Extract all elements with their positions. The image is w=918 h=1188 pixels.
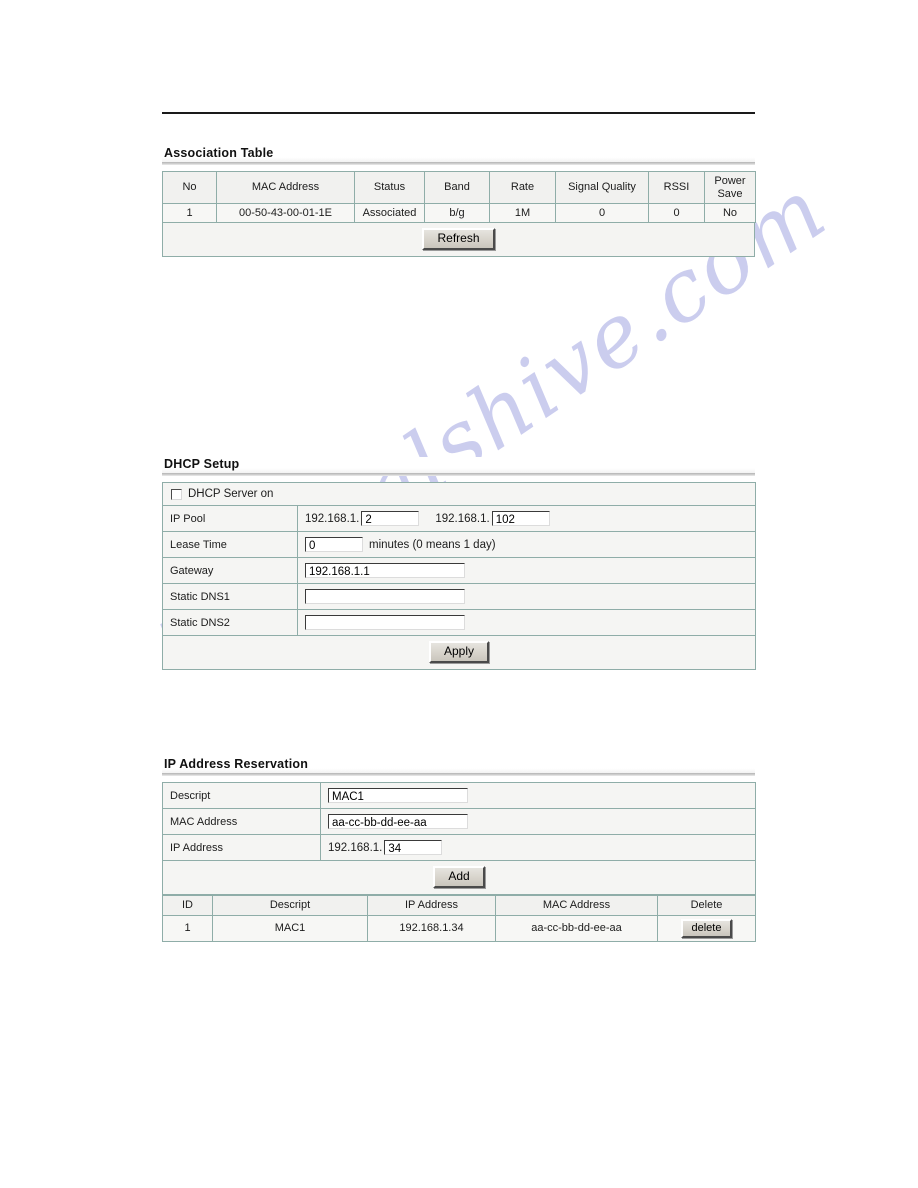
dhcp-dns2-row: Static DNS2 (162, 609, 756, 637)
section-ip-address-reservation: IP Address Reservation Descript MAC1 MAC… (162, 757, 756, 942)
cell-ip-address: 192.168.1.34 (367, 914, 496, 942)
cell-status: Associated (354, 203, 425, 224)
lease-time-label: Lease Time (162, 531, 298, 559)
cell-delete: delete (657, 914, 756, 942)
refresh-button[interactable]: Refresh (422, 228, 495, 251)
section-dhcp-setup: DHCP Setup DHCP Server on IP Pool 192.16… (162, 457, 756, 671)
static-dns1-input[interactable] (305, 589, 465, 605)
apply-button[interactable]: Apply (428, 641, 490, 664)
reservation-mac-label: MAC Address (162, 808, 321, 835)
descript-value-cell: MAC1 (320, 782, 756, 809)
reservation-mac-input[interactable]: aa-cc-bb-dd-ee-aa (328, 814, 468, 829)
col-header-reservation-mac: MAC Address (495, 895, 658, 916)
gateway-value-cell: 192.168.1.1 (297, 557, 756, 585)
table-row: 1 00-50-43-00-01-1E Associated b/g 1M 0 … (162, 203, 756, 224)
dhcp-setup-form: DHCP Server on IP Pool 192.168.1. 2 192.16… (162, 481, 756, 671)
lease-time-input[interactable]: 0 (305, 537, 363, 553)
descript-input[interactable]: MAC1 (328, 788, 468, 803)
descript-label: Descript (162, 782, 321, 809)
dhcp-server-toggle-row: DHCP Server on (162, 481, 756, 507)
cell-band: b/g (424, 203, 490, 224)
reservation-mac-value-cell: aa-cc-bb-dd-ee-aa (320, 808, 756, 835)
col-header-descript: Descript (212, 895, 368, 916)
dhcp-heading-rule (162, 473, 755, 476)
lease-time-value-cell: 0 minutes (0 means 1 day) (297, 531, 756, 559)
cell-rate: 1M (489, 203, 556, 224)
ip-pool-label: IP Pool (162, 505, 298, 533)
col-header-rssi: RSSI (648, 170, 705, 205)
dhcp-server-on-cell[interactable]: DHCP Server on (162, 481, 756, 507)
gateway-label: Gateway (162, 557, 298, 585)
reservation-heading-rule (162, 773, 755, 776)
cell-signal-quality: 0 (555, 203, 649, 224)
association-heading-rule (162, 162, 755, 165)
dhcp-server-on-label: DHCP Server on (188, 488, 274, 501)
ip-address-reservation-heading: IP Address Reservation (162, 757, 755, 773)
manual-page: Association Table No MAC Address Status … (0, 0, 918, 1188)
col-header-ip-address: IP Address (367, 895, 496, 916)
page-header-rule (162, 112, 755, 114)
cell-reservation-mac: aa-cc-bb-dd-ee-aa (495, 914, 658, 942)
dhcp-dns1-row: Static DNS1 (162, 583, 756, 611)
association-table-heading: Association Table (162, 146, 755, 162)
col-header-band: Band (424, 170, 490, 205)
add-button[interactable]: Add (433, 866, 485, 889)
reservation-ip-row: IP Address 192.168.1. 34 (162, 834, 756, 861)
dhcp-server-on-checkbox[interactable] (171, 488, 182, 500)
dhcp-ip-pool-row: IP Pool 192.168.1. 2 192.168.1. 102 (162, 505, 756, 533)
reservation-ip-value-cell: 192.168.1. 34 (320, 834, 756, 861)
table-row: 1 MAC1 192.168.1.34 aa-cc-bb-dd-ee-aa de… (162, 914, 756, 942)
cell-no: 1 (162, 203, 217, 224)
association-table: No MAC Address Status Band Rate Signal Q… (162, 170, 756, 224)
reservation-ip-input[interactable]: 34 (384, 840, 443, 855)
ip-pool-start-input[interactable]: 2 (361, 511, 420, 527)
col-header-signal-quality: Signal Quality (555, 170, 649, 205)
ip-pool-start-prefix: 192.168.1. (305, 512, 360, 525)
col-header-mac-address: MAC Address (216, 170, 355, 205)
ip-pool-end-prefix: 192.168.1. (435, 512, 490, 525)
static-dns1-label: Static DNS1 (162, 583, 298, 611)
reservation-mac-row: MAC Address aa-cc-bb-dd-ee-aa (162, 808, 756, 835)
dhcp-lease-time-row: Lease Time 0 minutes (0 means 1 day) (162, 531, 756, 559)
static-dns2-value-cell (297, 609, 756, 637)
static-dns2-input[interactable] (305, 615, 465, 631)
cell-id: 1 (162, 914, 213, 942)
reservation-table-header-row: ID Descript IP Address MAC Address Delet… (162, 895, 756, 916)
section-association-table: Association Table No MAC Address Status … (162, 146, 756, 258)
reservation-ip-prefix: 192.168.1. (328, 841, 383, 854)
ip-pool-value-cell: 192.168.1. 2 192.168.1. 102 (297, 505, 756, 533)
cell-mac-address: 00-50-43-00-01-1E (216, 203, 355, 224)
static-dns2-label: Static DNS2 (162, 609, 298, 637)
col-header-id: ID (162, 895, 213, 916)
reservation-descript-row: Descript MAC1 (162, 782, 756, 809)
gateway-input[interactable]: 192.168.1.1 (305, 563, 465, 579)
col-header-rate: Rate (489, 170, 556, 205)
col-header-power-save: Power Save (704, 170, 756, 205)
ip-pool-end-input[interactable]: 102 (491, 511, 550, 527)
cell-rssi: 0 (648, 203, 705, 224)
dhcp-button-bar: Apply (162, 635, 756, 671)
reservation-ip-label: IP Address (162, 834, 321, 861)
dhcp-gateway-row: Gateway 192.168.1.1 (162, 557, 756, 585)
col-header-delete: Delete (657, 895, 756, 916)
static-dns1-value-cell (297, 583, 756, 611)
ip-reservation-table: ID Descript IP Address MAC Address Delet… (162, 895, 756, 942)
delete-button[interactable]: delete (680, 918, 733, 938)
col-header-no: No (162, 170, 217, 205)
lease-time-note: minutes (0 means 1 day) (369, 538, 496, 551)
association-table-header-row: No MAC Address Status Band Rate Signal Q… (162, 170, 756, 205)
cell-descript: MAC1 (212, 914, 368, 942)
ip-reservation-form: Descript MAC1 MAC Address aa-cc-bb-dd-ee… (162, 782, 756, 896)
col-header-status: Status (354, 170, 425, 205)
reservation-button-bar: Add (162, 859, 756, 896)
cell-power-save: No (704, 203, 756, 224)
reservation-add-row: Add (162, 859, 756, 896)
association-button-bar: Refresh (162, 223, 755, 258)
dhcp-setup-heading: DHCP Setup (162, 457, 755, 473)
dhcp-apply-row: Apply (162, 635, 756, 671)
